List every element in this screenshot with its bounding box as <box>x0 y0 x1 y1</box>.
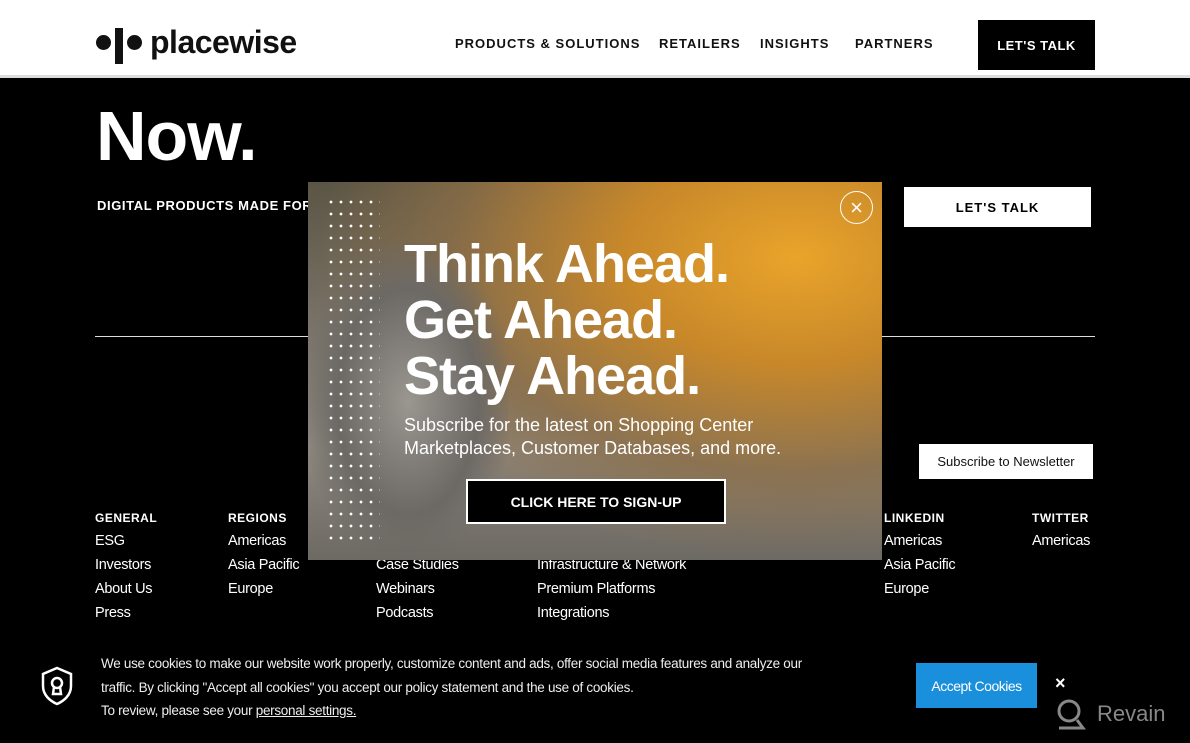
footer-link[interactable]: Investors <box>95 557 157 581</box>
cookie-banner: We use cookies to make our website work … <box>0 640 1190 743</box>
footer-link[interactable]: Asia Pacific <box>884 557 956 581</box>
footer-link[interactable]: Infrastructure & Network <box>537 557 686 581</box>
subscribe-newsletter-button[interactable]: Subscribe to Newsletter <box>919 444 1093 479</box>
footer-link[interactable]: Premium Platforms <box>537 581 686 605</box>
popup-body: Subscribe for the latest on Shopping Cen… <box>404 415 782 458</box>
footer-link[interactable]: Europe <box>884 581 955 605</box>
footer-col-general: GENERAL ESG Investors About Us Press <box>95 511 157 629</box>
popup-headline: Think Ahead. Get Ahead. Stay Ahead. <box>404 234 730 406</box>
footer-link[interactable]: About Us <box>95 581 157 605</box>
revain-logo-icon <box>1057 699 1086 730</box>
popup-close-icon[interactable]: × <box>840 191 873 224</box>
footer-link[interactable]: Americas <box>884 533 955 557</box>
cookie-text: We use cookies to make our website work … <box>101 656 802 718</box>
footer-col-twitter: TWITTER Americas <box>1032 511 1090 557</box>
footer-link[interactable]: Americas <box>228 533 299 557</box>
footer-link[interactable]: Press <box>95 605 157 629</box>
nav-partners[interactable]: PARTNERS <box>855 36 934 51</box>
nav-products-solutions[interactable]: PRODUCTS & SOLUTIONS <box>455 36 640 51</box>
nav-retailers[interactable]: RETAILERS <box>659 36 741 51</box>
placewise-logo[interactable]: placewise <box>96 24 297 64</box>
cookie-close-icon[interactable]: × <box>1055 673 1066 694</box>
revain-watermark: Revain <box>1055 698 1165 730</box>
hero-subtitle: DIGITAL PRODUCTS MADE FOR <box>97 198 313 213</box>
nav-insights[interactable]: INSIGHTS <box>760 36 829 51</box>
accept-cookies-button[interactable]: Accept Cookies <box>916 663 1037 708</box>
footer-link[interactable]: Europe <box>228 581 299 605</box>
site-header: placewise PRODUCTS & SOLUTIONS RETAILERS… <box>0 0 1190 78</box>
footer-link[interactable]: ESG <box>95 533 157 557</box>
lets-talk-hero-button[interactable]: LET'S TALK <box>904 187 1091 227</box>
footer-link[interactable]: Case Studies <box>376 557 459 581</box>
hero-title: Now. <box>96 97 258 175</box>
shield-lock-icon <box>41 666 73 706</box>
dot-pattern <box>326 196 380 546</box>
signup-button[interactable]: CLICK HERE TO SIGN-UP <box>466 479 726 524</box>
footer-link[interactable]: Americas <box>1032 533 1090 557</box>
signup-popup: × Think Ahead. Get Ahead. Stay Ahead. Su… <box>308 182 882 560</box>
footer-col-regions: REGIONS Americas Asia Pacific Europe <box>228 511 300 605</box>
footer-link[interactable]: Webinars <box>376 581 459 605</box>
footer-col-linkedin: LINKEDIN Americas Asia Pacific Europe <box>884 511 956 605</box>
lets-talk-header-button[interactable]: LET'S TALK <box>978 20 1095 70</box>
footer-link[interactable]: Integrations <box>537 605 686 629</box>
personal-settings-link[interactable]: personal settings. <box>256 703 357 718</box>
footer-link[interactable]: Asia Pacific <box>228 557 300 581</box>
footer-link[interactable]: Podcasts <box>376 605 459 629</box>
